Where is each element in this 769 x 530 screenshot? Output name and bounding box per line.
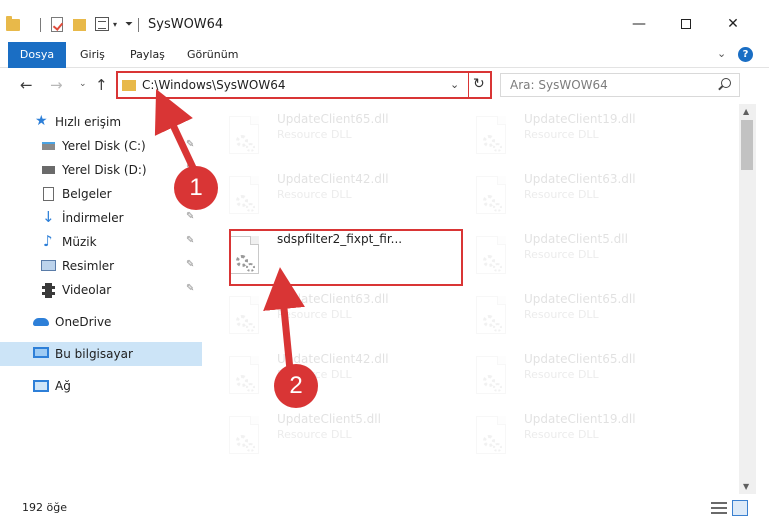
large-icons-view-icon[interactable] [732,500,748,516]
status-bar: 192 öğe [0,494,769,530]
address-bar[interactable]: C:\Windows\SysWOW64 ⌄ ↻ [116,71,492,99]
dll-file-icon [476,416,506,454]
sidebar-item-music[interactable]: ♪ Müzik ✎ [0,230,202,254]
title-bar: ▾ ⏷ SysWOW64 — ✕ [0,0,769,40]
sidebar-item-videos[interactable]: Videolar ✎ [0,278,202,302]
scroll-up-icon[interactable]: ▲ [743,107,749,116]
back-button[interactable]: ← [20,76,33,94]
tab-home[interactable]: Giriş [80,42,105,68]
network-icon [33,380,49,392]
video-icon [42,283,55,298]
ribbon-tabs: Dosya Giriş Paylaş Görünüm ⌄ ? [0,42,769,68]
step-badge-1: 1 [174,166,218,210]
pictures-icon [41,260,56,271]
step-badge-2: 2 [274,364,318,408]
quick-access-dropdown-icon[interactable]: ▾ [113,20,117,40]
properties-icon[interactable] [95,17,109,31]
window-title: SysWOW64 [148,17,224,32]
dll-file-icon [229,116,259,154]
search-icon[interactable] [721,78,731,88]
pin-icon[interactable]: ✎ [186,235,194,246]
expand-ribbon-icon[interactable]: ⌄ [717,47,726,60]
drive-icon [42,142,55,150]
scroll-thumb[interactable] [741,120,753,170]
computer-icon [33,347,49,358]
sidebar-item-pictures[interactable]: Resimler ✎ [0,254,202,278]
file-item[interactable]: UpdateClient63.dll Resource DLL [476,172,716,224]
title-divider [138,18,139,32]
sidebar-item-drive-d[interactable]: Yerel Disk (D:) ✎ [0,158,202,182]
pin-icon[interactable]: ✎ [186,211,194,222]
address-path[interactable]: C:\Windows\SysWOW64 [142,78,286,92]
toolbar-divider [40,18,41,32]
customize-toolbar-icon[interactable]: ⏷ [125,19,133,39]
navigation-pane: ★ Hızlı erişim Yerel Disk (C:) ✎ Yerel D… [0,104,205,494]
sidebar-item-network[interactable]: Ağ [0,374,202,398]
forward-button[interactable]: → [50,76,63,94]
file-item[interactable]: UpdateClient42.dll Resource DLL [229,172,469,224]
dll-file-icon [229,356,259,394]
refresh-button[interactable]: ↻ [473,76,485,92]
tab-file[interactable]: Dosya [8,42,66,68]
vertical-scrollbar[interactable]: ▲ ▼ [739,104,756,494]
up-button[interactable]: ↑ [95,76,108,94]
file-item[interactable]: UpdateClient19.dll Resource DLL [476,412,716,464]
dll-file-icon [229,416,259,454]
pin-icon[interactable]: ✎ [186,283,194,294]
file-item[interactable]: UpdateClient5.dll Resource DLL [476,232,716,284]
address-divider [468,73,469,97]
drive-icon [42,166,55,174]
properties-check-icon[interactable] [51,17,63,32]
minimize-button[interactable]: — [624,13,654,35]
sidebar-item-downloads[interactable]: ↓ İndirmeler ✎ [0,206,202,230]
recent-locations-icon[interactable]: ⌄ [79,79,87,89]
tab-view[interactable]: Görünüm [187,42,238,68]
file-item[interactable]: UpdateClient5.dll Resource DLL [229,412,469,464]
help-icon[interactable]: ? [738,47,753,62]
pin-icon[interactable]: ✎ [186,259,194,270]
star-icon: ★ [35,113,48,129]
file-item[interactable]: UpdateClient19.dll Resource DLL [476,112,716,164]
dll-file-icon [229,176,259,214]
dll-file-icon [476,116,506,154]
maximize-button[interactable] [671,13,701,35]
folder-icon [6,16,20,31]
address-dropdown-icon[interactable]: ⌄ [450,78,459,91]
file-item[interactable]: UpdateClient65.dll Resource DLL [229,112,469,164]
dll-file-icon [476,356,506,394]
file-item[interactable]: UpdateClient42.dll Resource DLL [229,352,469,404]
sidebar-item-drive-c[interactable]: Yerel Disk (C:) ✎ [0,134,202,158]
file-item[interactable]: UpdateClient65.dll Resource DLL [476,352,716,404]
target-file-highlight [229,229,463,286]
details-view-icon[interactable] [711,502,727,514]
maximize-icon [681,19,691,29]
file-item[interactable]: UpdateClient65.dll Resource DLL [476,292,716,344]
cloud-icon [33,318,49,326]
dll-file-icon [476,176,506,214]
download-icon: ↓ [42,208,55,226]
dll-file-icon [476,296,506,334]
dll-file-icon [229,296,259,334]
tab-share[interactable]: Paylaş [130,42,165,68]
item-count: 192 öğe [22,501,67,514]
search-placeholder: Ara: SysWOW64 [510,78,608,92]
sidebar-item-documents[interactable]: Belgeler ✎ [0,182,202,206]
document-icon [43,187,54,201]
search-input[interactable]: Ara: SysWOW64 [500,73,740,97]
sidebar-item-quick-access[interactable]: ★ Hızlı erişim [0,110,202,134]
sidebar-item-this-pc[interactable]: Bu bilgisayar [0,342,202,366]
new-folder-icon[interactable] [73,19,86,31]
pin-icon[interactable]: ✎ [186,139,194,150]
sidebar-item-onedrive[interactable]: OneDrive [0,310,202,334]
folder-icon [122,80,136,91]
file-list: UpdateClient65.dll Resource DLL UpdateCl… [205,104,739,494]
dll-file-icon [476,236,506,274]
scroll-down-icon[interactable]: ▼ [743,482,749,491]
file-item[interactable]: UpdateClient63.dll Resource DLL [229,292,469,344]
navigation-bar: ← → ⌄ ↑ C:\Windows\SysWOW64 ⌄ ↻ Ara: Sys… [0,68,769,102]
music-icon: ♪ [43,232,53,250]
close-button[interactable]: ✕ [718,13,748,35]
